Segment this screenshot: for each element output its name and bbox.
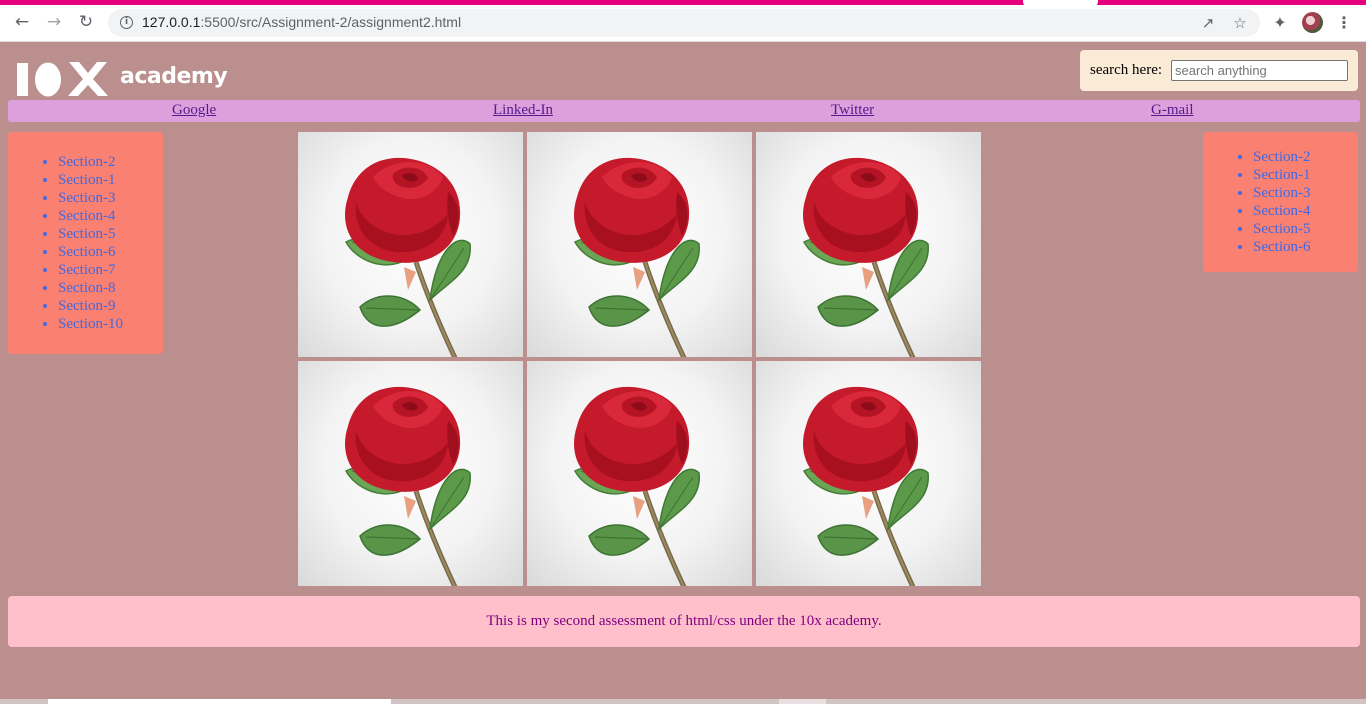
url-text[interactable]: 127.0.0.1:5500/src/Assignment-2/assignme… [142,14,461,30]
right-section-item[interactable]: Section-2 [1253,148,1358,166]
avatar[interactable] [1302,12,1323,33]
footer: This is my second assessment of html/css… [8,596,1360,647]
star-icon[interactable]: ☆ [1230,13,1250,33]
scrollbar-segment [779,699,826,704]
search-box: search here: [1080,50,1358,91]
section-link[interactable]: Section-3 [58,190,116,206]
active-tab[interactable] [1023,0,1098,9]
section-link[interactable]: Section-3 [1253,185,1311,201]
nav-link-google[interactable]: Google [172,102,216,119]
left-section-item[interactable]: Section-6 [58,243,163,261]
rose-image [527,361,752,586]
section-link[interactable]: Section-2 [58,154,116,170]
section-link[interactable]: Section-5 [58,226,116,242]
horizontal-scrollbar[interactable] [0,699,1366,704]
section-link[interactable]: Section-8 [58,280,116,296]
url-host: 127.0.0.1 [142,14,201,30]
kebab-menu-icon[interactable]: ⋮ [1336,12,1352,32]
top-nav: Google Linked-In Twitter G-mail [8,100,1360,122]
section-link[interactable]: Section-1 [58,172,116,188]
rose-image [527,132,752,357]
nav-link-gmail[interactable]: G-mail [1151,102,1194,119]
rose-image [298,361,523,586]
right-section-list: Section-2 Section-1 Section-3 Section-4 … [1203,148,1358,256]
section-link[interactable]: Section-2 [1253,149,1311,165]
rose-gallery [298,132,981,586]
section-link[interactable]: Section-1 [1253,167,1311,183]
nav-link-linkedin[interactable]: Linked-In [493,102,553,119]
logo-text: academy [120,64,228,89]
rose-image [298,132,523,357]
left-section-item[interactable]: Section-7 [58,261,163,279]
section-link[interactable]: Section-4 [1253,203,1311,219]
left-section-item[interactable]: Section-10 [58,315,163,333]
left-section-item[interactable]: Section-5 [58,225,163,243]
forward-arrow-icon[interactable]: → [44,12,64,32]
tab-strip [0,0,1366,5]
left-sidebar: Section-2 Section-1 Section-3 Section-4 … [8,132,163,354]
left-section-item[interactable]: Section-4 [58,207,163,225]
section-link[interactable]: Section-6 [58,244,116,260]
section-link[interactable]: Section-10 [58,316,123,332]
back-arrow-icon[interactable]: ← [12,12,32,32]
nav-link-twitter[interactable]: Twitter [831,102,874,119]
right-section-item[interactable]: Section-3 [1253,184,1358,202]
section-link[interactable]: Section-5 [1253,221,1311,237]
left-section-item[interactable]: Section-2 [58,153,163,171]
scrollbar-thumb[interactable] [48,699,391,704]
address-bar[interactable]: i 127.0.0.1:5500/src/Assignment-2/assign… [108,9,1260,37]
left-section-item[interactable]: Section-1 [58,171,163,189]
reload-icon[interactable]: ↻ [76,12,96,32]
section-link[interactable]: Section-9 [58,298,116,314]
section-link[interactable]: Section-6 [1253,239,1311,255]
search-input[interactable] [1171,60,1348,81]
right-section-item[interactable]: Section-5 [1253,220,1358,238]
right-section-item[interactable]: Section-1 [1253,166,1358,184]
logo-10x-icon [17,62,108,97]
left-section-item[interactable]: Section-8 [58,279,163,297]
right-section-item[interactable]: Section-6 [1253,238,1358,256]
share-icon[interactable]: ↗ [1198,13,1218,33]
footer-text: This is my second assessment of html/css… [486,613,882,629]
puzzle-icon[interactable]: ✦ [1270,12,1290,32]
search-label: search here: [1090,62,1163,78]
left-section-list: Section-2 Section-1 Section-3 Section-4 … [8,153,163,333]
rose-image [756,132,981,357]
url-path: :5500/src/Assignment-2/assignment2.html [200,14,462,30]
section-link[interactable]: Section-4 [58,208,116,224]
left-section-item[interactable]: Section-9 [58,297,163,315]
left-section-item[interactable]: Section-3 [58,189,163,207]
right-sidebar: Section-2 Section-1 Section-3 Section-4 … [1203,132,1358,272]
rose-image [756,361,981,586]
browser-toolbar: ← → ↻ i 127.0.0.1:5500/src/Assignment-2/… [0,0,1366,42]
info-icon[interactable]: i [120,16,133,29]
right-section-item[interactable]: Section-4 [1253,202,1358,220]
section-link[interactable]: Section-7 [58,262,116,278]
